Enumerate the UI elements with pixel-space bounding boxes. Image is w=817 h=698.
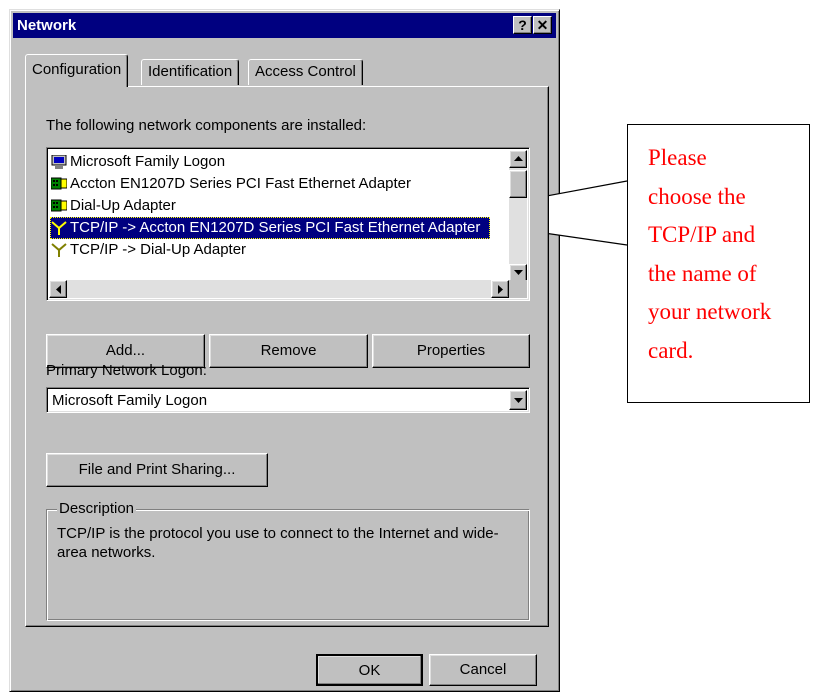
instruction-callout: Please choose the TCP/IP and the name of… — [627, 124, 810, 403]
list-item-tcpip-accton[interactable]: TCP/IP -> Accton EN1207D Series PCI Fast… — [50, 217, 490, 239]
list-item-microsoft-family-logon[interactable]: Microsoft Family Logon — [50, 151, 490, 173]
file-and-print-sharing-button[interactable]: File and Print Sharing... — [46, 453, 268, 487]
list-item-tcpip-dial-up[interactable]: TCP/IP -> Dial-Up Adapter — [50, 239, 490, 261]
scroll-corner — [509, 280, 527, 298]
tab-label: Configuration — [32, 61, 122, 78]
scroll-left-button[interactable] — [49, 280, 67, 298]
properties-button[interactable]: Properties — [372, 334, 530, 368]
add-button-label: Add... — [105, 342, 146, 359]
arrow-down-icon — [514, 270, 523, 275]
list-item-accton-adapter[interactable]: Accton EN1207D Series PCI Fast Ethernet … — [50, 173, 490, 195]
logon-label: Primary Network Logon: — [46, 362, 207, 379]
tab-label: Identification — [148, 63, 233, 80]
computer-icon — [51, 154, 67, 170]
list-item-label: Microsoft Family Logon — [70, 153, 226, 170]
network-card-icon — [50, 176, 68, 190]
primary-logon-value: Microsoft Family Logon — [52, 392, 208, 409]
network-card-icon — [50, 198, 68, 212]
scroll-up-button[interactable] — [509, 150, 527, 168]
description-legend: Description — [57, 500, 137, 517]
protocol-icon — [51, 242, 67, 258]
tab-configuration[interactable]: Configuration — [25, 54, 129, 87]
description-text: TCP/IP is the protocol you use to connec… — [57, 525, 499, 561]
configuration-panel: The following network components are ins… — [25, 86, 549, 627]
network-dialog: Network ? ✕ Configuration Identification… — [9, 9, 560, 692]
arrow-up-icon — [514, 156, 523, 161]
list-item-label: TCP/IP -> Accton EN1207D Series PCI Fast… — [70, 219, 481, 236]
list-item-dial-up-adapter[interactable]: Dial-Up Adapter — [50, 195, 490, 217]
remove-button-label: Remove — [260, 342, 317, 359]
scroll-thumb[interactable] — [509, 170, 527, 198]
primary-logon-select[interactable]: Microsoft Family Logon — [46, 387, 530, 413]
file-and-print-label: File and Print Sharing... — [78, 461, 236, 478]
description-group: Description TCP/IP is the protocol you u… — [46, 500, 530, 621]
properties-button-label: Properties — [416, 342, 486, 359]
callout-text: Please choose the TCP/IP and the name of… — [648, 145, 772, 363]
list-item-label: Dial-Up Adapter — [70, 197, 176, 214]
tab-identification[interactable]: Identification — [141, 59, 240, 85]
arrow-right-icon — [498, 285, 503, 294]
chevron-down-icon — [514, 398, 523, 403]
protocol-icon — [51, 220, 67, 236]
dropdown-button[interactable] — [509, 390, 527, 410]
tab-access-control[interactable]: Access Control — [248, 59, 363, 85]
tab-label: Access Control — [255, 63, 356, 80]
vertical-scrollbar[interactable] — [509, 150, 527, 282]
scroll-right-button[interactable] — [491, 280, 509, 298]
components-list[interactable]: Microsoft Family Logon Accton EN1207D Se… — [46, 147, 530, 301]
arrow-left-icon — [56, 285, 61, 294]
list-item-label: Accton EN1207D Series PCI Fast Ethernet … — [70, 175, 412, 192]
remove-button[interactable]: Remove — [209, 334, 368, 368]
horizontal-scrollbar[interactable] — [49, 280, 509, 298]
list-item-label: TCP/IP -> Dial-Up Adapter — [70, 241, 247, 258]
components-heading: The following network components are ins… — [46, 117, 367, 134]
